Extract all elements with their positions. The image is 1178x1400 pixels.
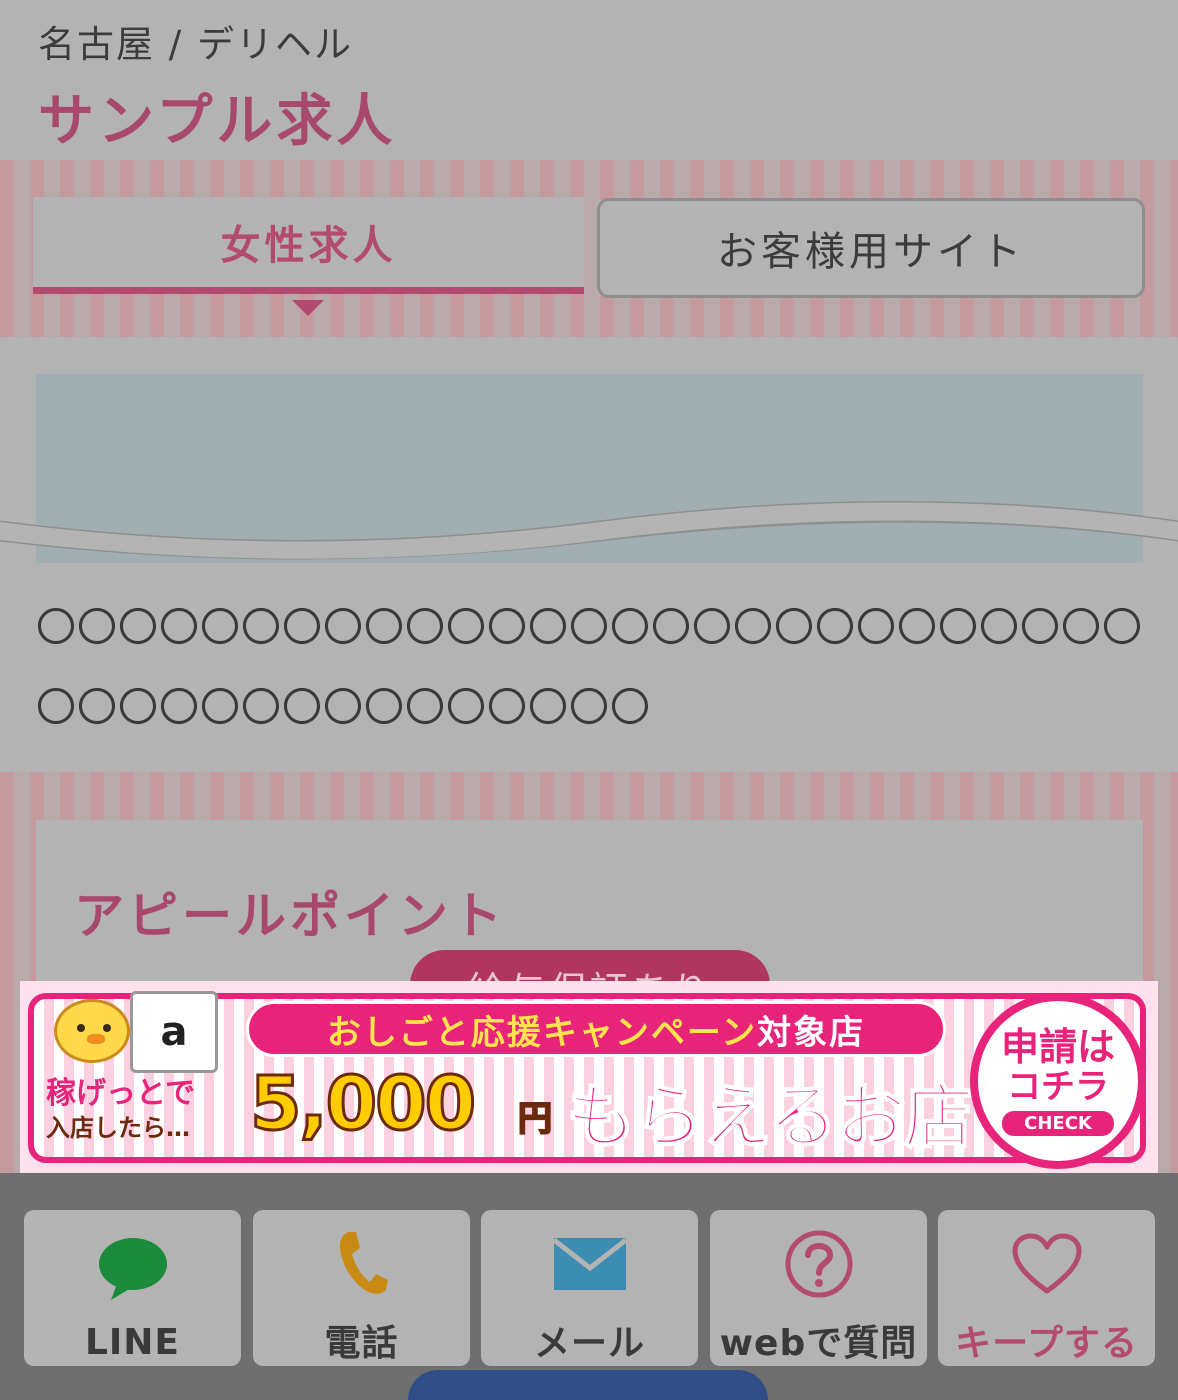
banner-earn-text: 稼げっとで 入店したら…	[46, 1077, 246, 1145]
banner-yen: 円	[517, 1098, 553, 1140]
amazon-gift-icon: a	[130, 991, 218, 1073]
heart-icon	[1007, 1228, 1087, 1300]
line-label: LINE	[84, 1322, 181, 1363]
chick-mascot-icon	[54, 999, 130, 1063]
job-description: 〇〇〇〇〇〇〇〇〇〇〇〇〇〇〇〇〇〇〇〇〇〇〇〇〇〇〇〇〇〇〇〇〇〇〇〇〇〇〇〇…	[36, 605, 1143, 731]
chick-eye-icon	[77, 1024, 85, 1032]
chick-eye-icon	[103, 1024, 111, 1032]
banner-headline: おしごと応援キャンペーン 対象店	[246, 1001, 946, 1057]
mail-icon	[550, 1228, 630, 1300]
tab-active-arrow	[292, 300, 324, 316]
breadcrumb[interactable]: 名古屋 / デリヘル	[38, 14, 353, 68]
mail-label: メール	[533, 1323, 645, 1364]
banner-headline-main: おしごと応援キャンペーン	[326, 1012, 758, 1053]
banner-amount: 5,000	[248, 1060, 477, 1149]
banner-tagline: もらえるお店	[565, 1075, 975, 1159]
chick-beak-icon	[87, 1034, 105, 1044]
keep-button[interactable]: キープする	[938, 1210, 1155, 1366]
apply-main-text: 申請は	[1000, 1024, 1115, 1069]
web-question-label: webで質問	[719, 1323, 918, 1364]
campaign-banner[interactable]: a 稼げっとで 入店したら… おしごと応援キャンペーン 対象店 5,000 円 …	[20, 981, 1158, 1173]
tab-women-jobs[interactable]: 女性求人	[33, 197, 584, 294]
web-question-button[interactable]: webで質問	[710, 1210, 927, 1366]
wave-divider	[0, 501, 1178, 560]
line-chat-icon	[93, 1228, 173, 1308]
mail-button[interactable]: メール	[481, 1210, 698, 1366]
appeal-title: アピールポイント	[74, 887, 506, 945]
apply-sub-text: コチラ	[1007, 1066, 1109, 1107]
apply-check-label: CHECK	[1002, 1110, 1114, 1136]
keep-label: キープする	[955, 1323, 1138, 1364]
banner-earn-line1: 稼げっとで	[46, 1076, 196, 1111]
page-title: サンプル求人	[38, 89, 397, 154]
question-icon	[779, 1228, 859, 1300]
line-button[interactable]: LINE	[24, 1210, 241, 1366]
banner-earn-line2: 入店したら…	[46, 1114, 190, 1142]
tab-customer-site[interactable]: お客様用サイト	[597, 198, 1145, 298]
bottom-hidden-button	[408, 1370, 768, 1400]
phone-icon	[322, 1228, 402, 1300]
phone-label: 電話	[324, 1323, 399, 1364]
phone-button[interactable]: 電話	[253, 1210, 470, 1366]
apply-button[interactable]: 申請は コチラ CHECK	[970, 993, 1146, 1169]
banner-headline-suffix: 対象店	[757, 1012, 866, 1053]
